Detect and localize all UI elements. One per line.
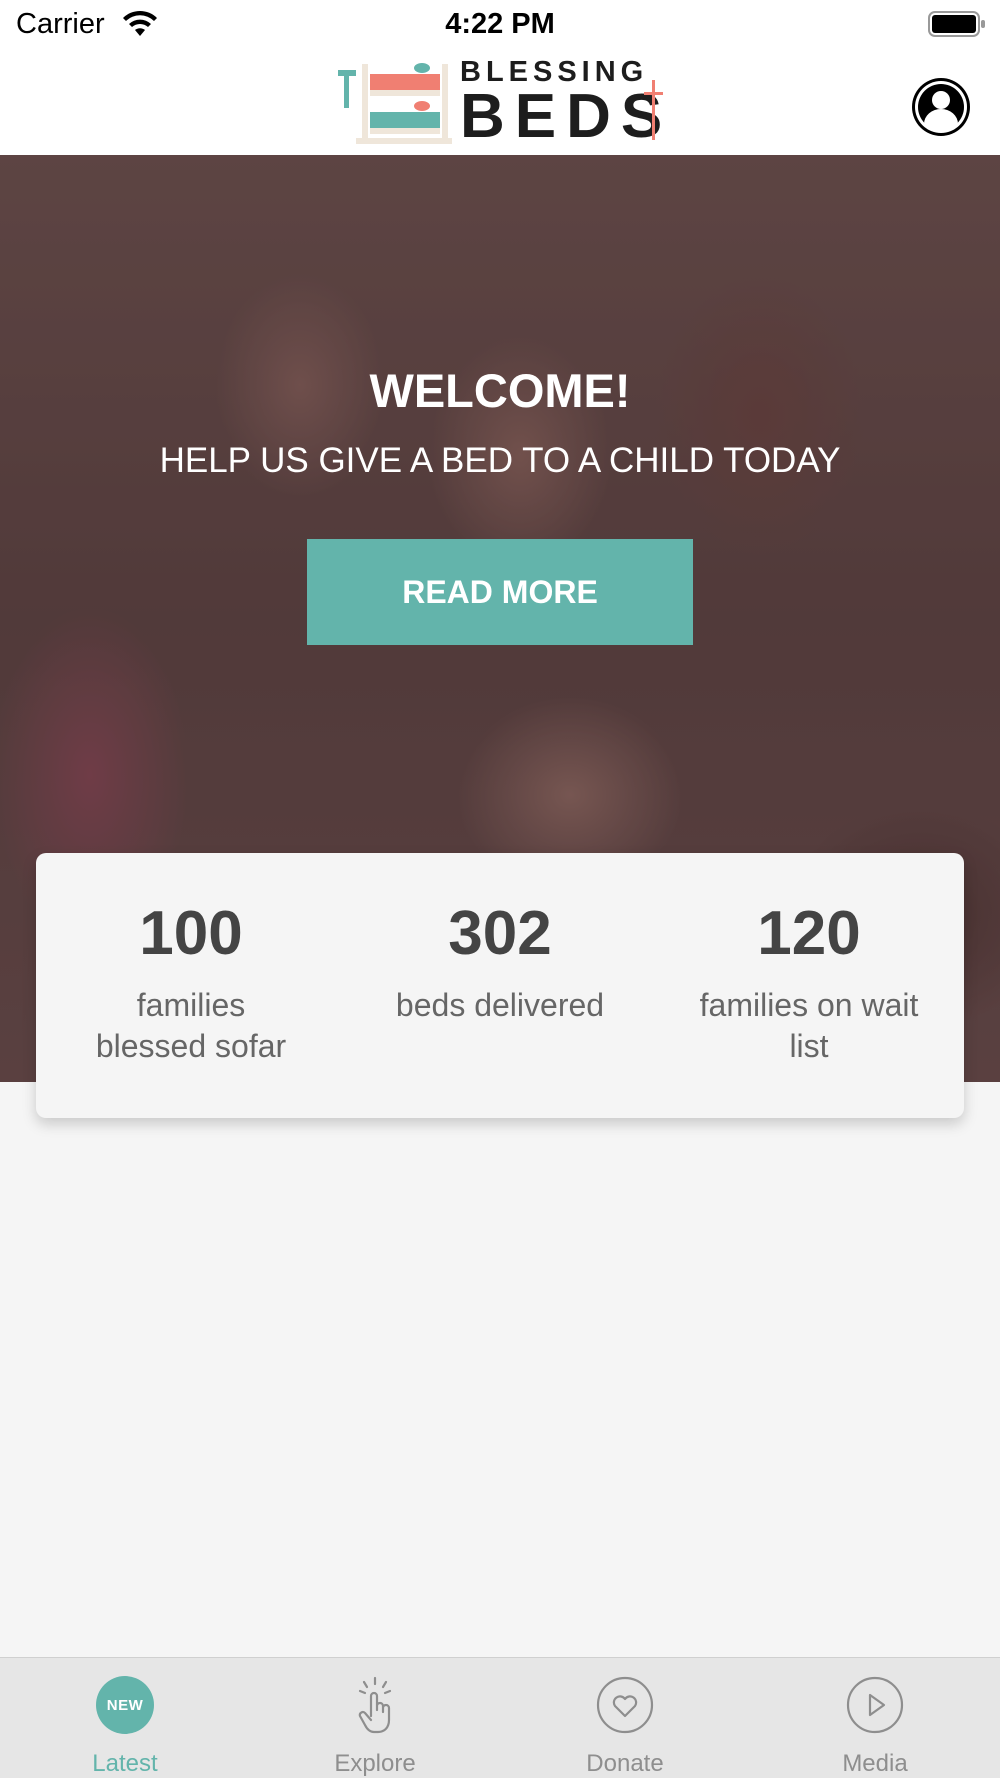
stat-value: 302 — [448, 899, 552, 968]
stat-label: beds delivered — [395, 987, 605, 1023]
stat-families-blessed: 100 families blessed sofar — [41, 903, 341, 1067]
hero-subtitle: HELP US GIVE A BED TO A CHILD TODAY — [159, 441, 841, 480]
logo-text-beds: BEDS — [460, 82, 673, 151]
tab-latest[interactable]: NEW Latest — [0, 1658, 250, 1778]
tab-explore[interactable]: Explore — [250, 1658, 500, 1778]
new-badge-icon: NEW — [96, 1676, 154, 1734]
bunk-bed-logo-icon — [338, 63, 452, 144]
user-icon — [915, 81, 967, 133]
status-time: 4:22 PM — [445, 8, 555, 40]
app-header: BLESSING BEDS — [0, 52, 1000, 155]
tap-hand-icon — [358, 1676, 392, 1734]
stat-value: 100 — [139, 899, 243, 968]
heart-icon — [596, 1676, 654, 1734]
stat-label: families blessed sofar — [95, 987, 287, 1064]
status-bar: Carrier 4:22 PM — [0, 0, 1000, 52]
profile-button[interactable] — [912, 78, 970, 136]
stats-card: 100 families blessed sofar 302 beds deli… — [36, 853, 964, 1118]
play-icon — [846, 1676, 904, 1734]
stat-value: 120 — [757, 899, 861, 968]
hero-title: WELCOME! — [369, 364, 631, 417]
tab-label: Latest — [92, 1750, 158, 1777]
cross-icon — [644, 80, 663, 140]
stat-families-waitlist: 120 families on wait list — [659, 903, 959, 1067]
tab-label: Explore — [334, 1750, 416, 1777]
tab-donate[interactable]: Donate — [500, 1658, 750, 1778]
tab-bar: NEW Latest Explore Donate Media — [0, 1657, 1000, 1778]
stat-beds-delivered: 302 beds delivered — [350, 903, 650, 1026]
blessing-beds-logo[interactable]: BLESSING BEDS — [336, 56, 666, 150]
stat-label: families on wait list — [699, 987, 919, 1064]
tab-label: Media — [842, 1750, 908, 1777]
tab-media[interactable]: Media — [750, 1658, 1000, 1778]
battery-icon — [928, 11, 985, 37]
read-more-button[interactable]: READ MORE — [307, 539, 693, 645]
tab-label: Donate — [586, 1750, 664, 1777]
